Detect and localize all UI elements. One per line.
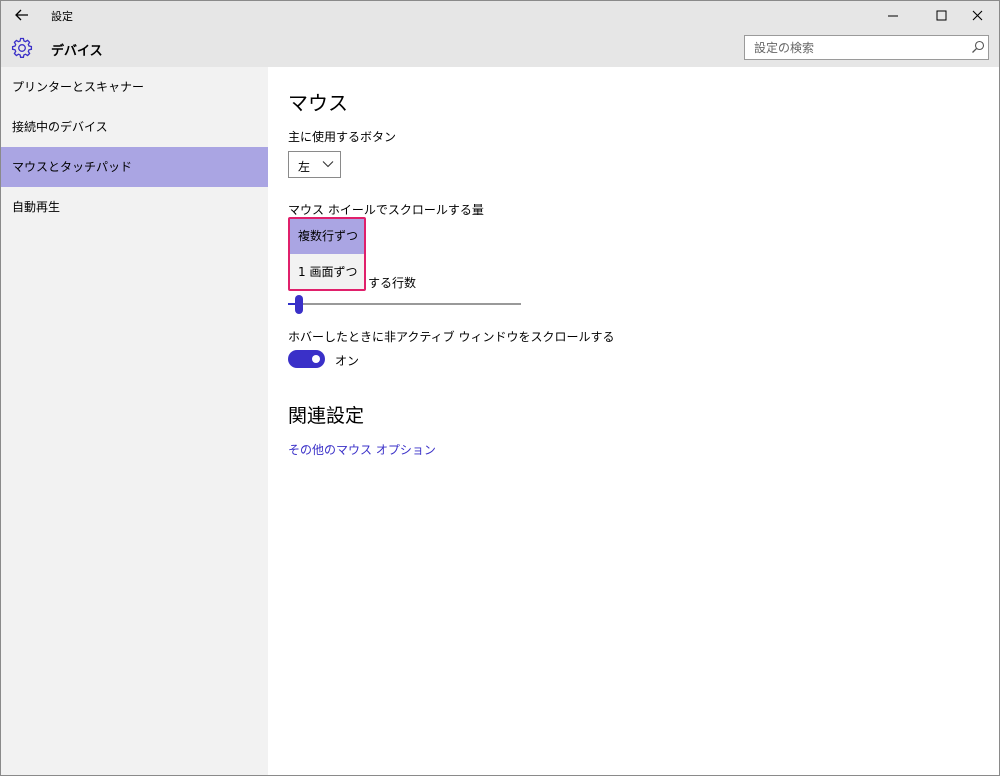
sidebar-item-printers-scanners[interactable]: プリンターとスキャナー	[1, 67, 268, 107]
back-arrow-icon	[15, 9, 28, 21]
inactive-scroll-state: オン	[335, 354, 360, 368]
window-title: 設定	[51, 10, 73, 23]
lines-slider-thumb[interactable]	[295, 295, 303, 314]
sidebar-item-autoplay[interactable]: 自動再生	[1, 187, 268, 227]
wheel-scroll-label: マウス ホイールでスクロールする量	[288, 203, 484, 217]
close-button[interactable]	[957, 1, 997, 29]
dropdown-option-multiple-lines[interactable]: 複数行ずつ	[290, 219, 364, 254]
sidebar-item-mouse-touchpad[interactable]: マウスとタッチパッド	[1, 147, 268, 187]
close-icon	[972, 10, 982, 20]
lines-to-scroll-label: する行数	[368, 276, 417, 290]
primary-button-label: 主に使用するボタン	[288, 130, 397, 144]
chevron-down-icon	[322, 161, 334, 168]
section-title-mouse: マウス	[288, 91, 348, 115]
search-box	[744, 35, 989, 60]
section-title-related: 関連設定	[288, 405, 365, 427]
settings-header: デバイス	[1, 29, 999, 67]
title-bar: 設定	[1, 1, 999, 29]
sidebar-item-connected-devices[interactable]: 接続中のデバイス	[1, 107, 268, 147]
sidebar: プリンターとスキャナー 接続中のデバイス マウスとタッチパッド 自動再生	[1, 67, 268, 775]
primary-button-value: 左	[298, 160, 311, 174]
gear-icon	[11, 37, 33, 58]
toggle-knob	[312, 355, 320, 363]
settings-window: 設定 デバイス プリンターとスキャナー 接続中のデバイス マウスとタッチパッド …	[0, 0, 1000, 776]
primary-button-select[interactable]: 左	[288, 151, 341, 178]
search-icon[interactable]	[971, 40, 985, 54]
minimize-button[interactable]	[873, 1, 913, 29]
minimize-icon	[887, 15, 898, 16]
wheel-scroll-dropdown: 複数行ずつ 1 画面ずつ	[288, 217, 366, 291]
other-mouse-options-link[interactable]: その他のマウス オプション	[288, 441, 436, 458]
inactive-scroll-toggle[interactable]	[288, 350, 325, 368]
search-input[interactable]	[745, 36, 965, 59]
maximize-icon	[936, 10, 946, 20]
inactive-scroll-label: ホバーしたときに非アクティブ ウィンドウをスクロールする	[288, 330, 615, 344]
back-button[interactable]	[9, 5, 35, 25]
lines-slider-track[interactable]	[288, 303, 521, 305]
dropdown-option-one-screen[interactable]: 1 画面ずつ	[290, 255, 364, 289]
page-title: デバイス	[51, 44, 103, 59]
lines-slider-fill	[288, 303, 295, 305]
main-content: マウス 主に使用するボタン 左 マウス ホイールでスクロールする量 する行数 複…	[268, 67, 999, 775]
maximize-button[interactable]	[921, 1, 961, 29]
